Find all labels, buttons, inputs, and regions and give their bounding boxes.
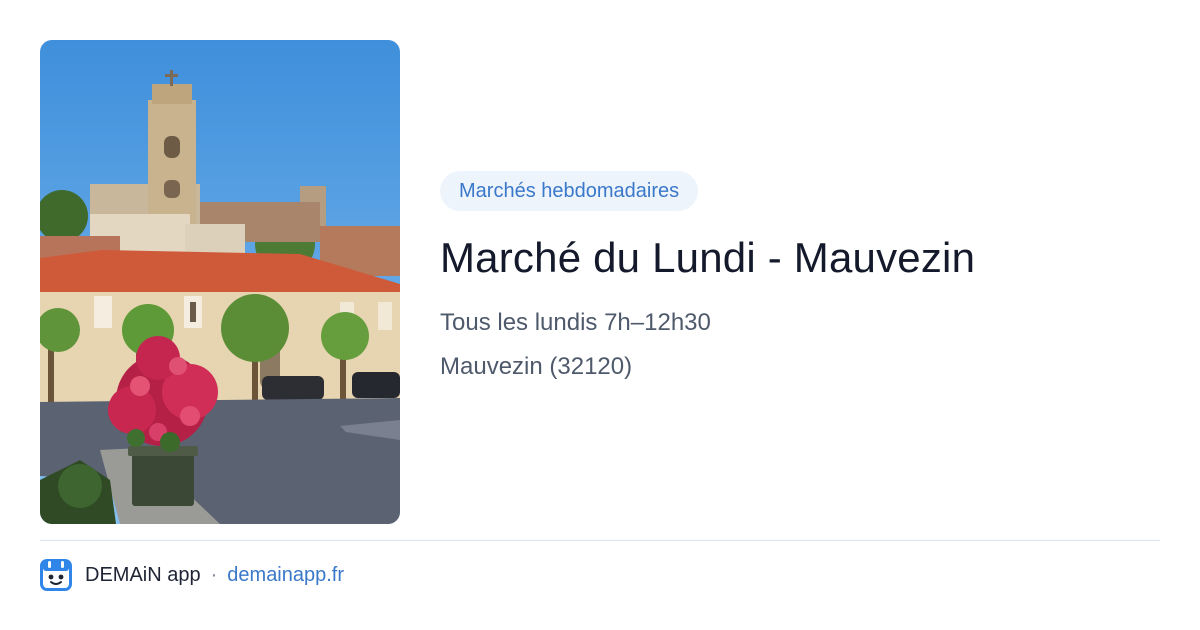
share-card: Marchés hebdomadaires Marché du Lundi - … <box>0 0 1200 630</box>
category-badge[interactable]: Marchés hebdomadaires <box>440 171 699 211</box>
market-photo <box>40 40 400 524</box>
website-link[interactable]: demainapp.fr <box>227 564 344 587</box>
market-schedule: Tous les lundis 7h–12h30 <box>440 309 711 336</box>
footer-divider <box>40 540 1160 541</box>
market-details: Marchés hebdomadaires Marché du Lundi - … <box>440 171 1160 382</box>
demain-app-logo-icon <box>40 559 72 591</box>
page-title: Marché du Lundi - Mauvezin <box>440 234 976 281</box>
brand-name: DEMAiN app <box>85 563 201 586</box>
footer: DEMAiN app · demainapp.fr <box>40 558 344 592</box>
footer-separator: · <box>210 563 218 586</box>
market-info: Tous les lundis 7h–12h30 Mauvezin (32120… <box>440 308 1160 382</box>
market-location: Mauvezin (32120) <box>440 353 633 380</box>
